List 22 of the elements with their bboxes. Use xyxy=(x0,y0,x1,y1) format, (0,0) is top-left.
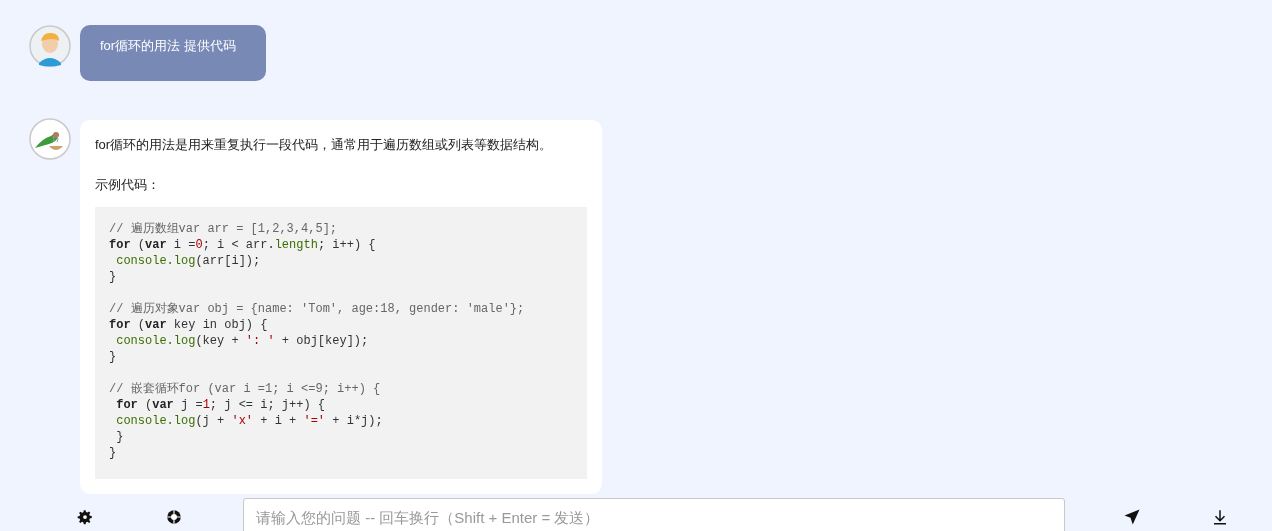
code-line: } xyxy=(115,429,125,445)
answer-text: 示例代码： xyxy=(95,176,161,194)
user-avatar xyxy=(29,25,71,67)
settings-button[interactable] xyxy=(76,508,94,526)
code-line: } xyxy=(109,445,118,461)
code-line: } xyxy=(109,349,118,365)
code-line: // 遍历对象var obj = {name: 'Tom', age:18, gender: 'male'}; xyxy=(109,301,526,317)
code-line: console.log(arr[i]); xyxy=(115,253,262,269)
download-button[interactable] xyxy=(1211,508,1229,526)
code-line: console.log(j + 'x' + i + '=' + i*j); xyxy=(115,413,384,429)
code-line: console.log(key + ': ' + obj[key]); xyxy=(115,333,370,349)
code-line: // 嵌套循环for (var i =1; i <=9; i++) { xyxy=(109,381,382,397)
code-line: for (var key in obj) { xyxy=(109,317,269,333)
code-line: // 遍历数组var arr = [1,2,3,4,5]; xyxy=(109,221,339,237)
bird-avatar xyxy=(29,118,71,160)
send-button[interactable] xyxy=(1123,508,1141,526)
code-line: for (var j =1; j <= i; j++) { xyxy=(115,397,327,413)
user-message: for循环的用法 提供代码 xyxy=(80,25,266,81)
question-input[interactable]: 请输入您的问题 -- 回车换行（Shift + Enter = 发送） xyxy=(243,498,1065,531)
code-line: } xyxy=(109,269,118,285)
code-line: for (var i =0; i < arr.length; i++) { xyxy=(109,237,377,253)
answer-text: for循环的用法是用来重复执行一段代码，通常用于遍历数组或列表等数据结构。 xyxy=(95,136,554,154)
